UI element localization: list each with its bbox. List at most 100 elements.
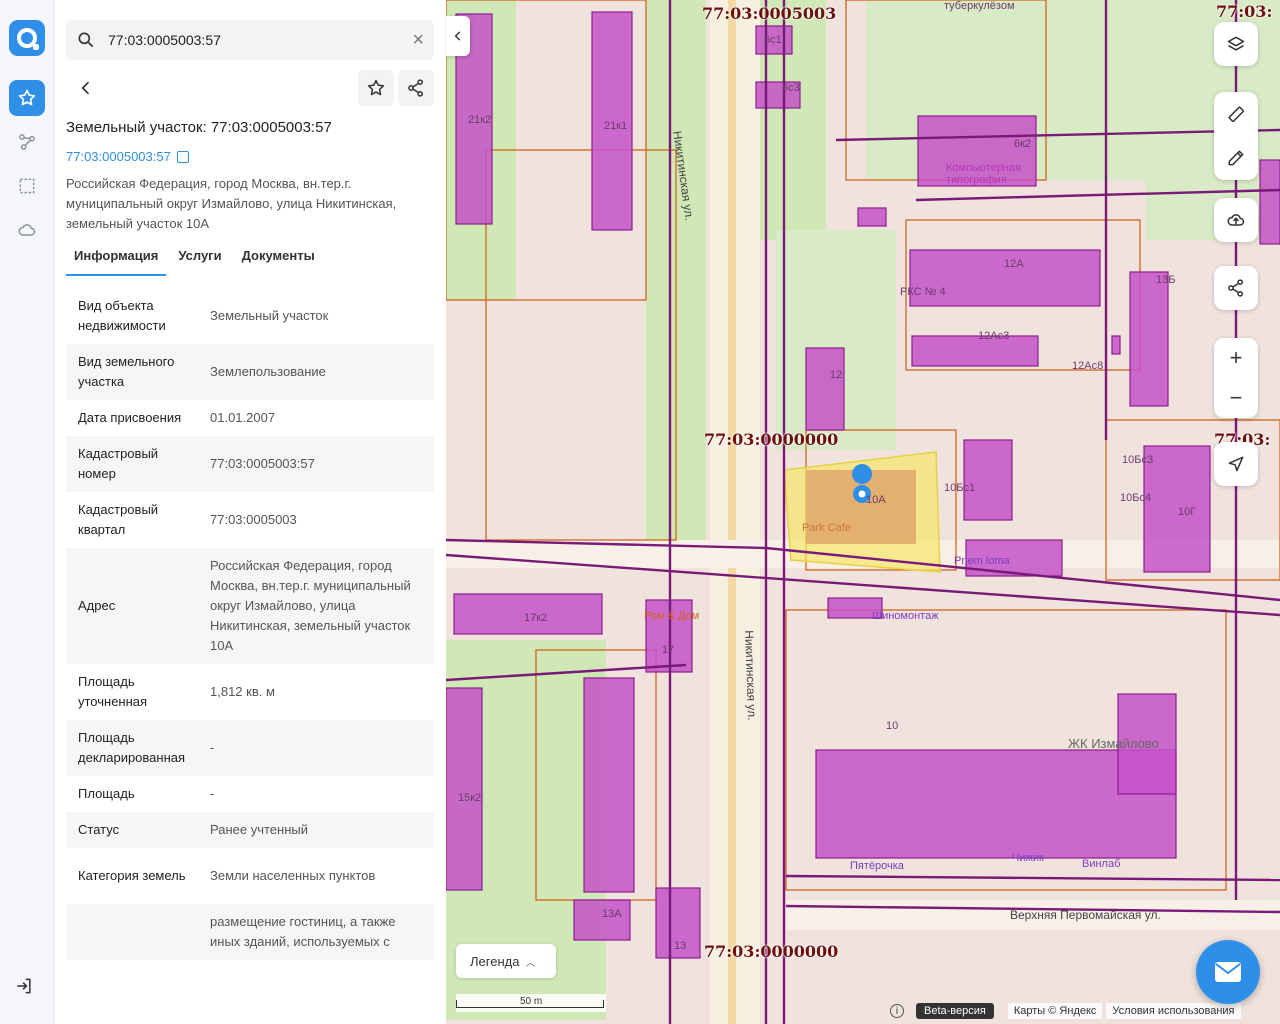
cadastral-quarter-label: 77:03: <box>1216 2 1273 21</box>
back-button[interactable] <box>70 72 102 104</box>
poi-label: Компьютерная типография <box>946 162 1022 186</box>
chevron-left-icon <box>454 31 461 41</box>
table-row: Адрес Российская Федерация, город Москва,… <box>66 548 434 664</box>
table-row: размещение гостиниц, а также иных зданий… <box>66 904 434 960</box>
map-canvas[interactable]: 77:03:0005003 77:03:0000000 77:03:000000… <box>446 0 1280 1024</box>
navigation-arrow-icon <box>1228 456 1244 472</box>
row-value: Ранее учтенный <box>210 822 308 837</box>
tab-documents[interactable]: Документы <box>234 240 323 276</box>
share-icon <box>1228 279 1243 297</box>
row-value: - <box>210 740 215 755</box>
row-value: размещение гостиниц, а также иных зданий… <box>210 914 396 949</box>
table-row: Кадастровый квартал 77:03:0005003 <box>66 492 434 548</box>
area-select-icon[interactable] <box>9 168 45 204</box>
row-key: Статус <box>78 822 120 837</box>
row-key: Площадь уточненная <box>78 674 148 709</box>
table-row: Кадастровый номер 77:03:0005003:57 <box>66 436 434 492</box>
zoom-in-button[interactable]: + <box>1214 338 1258 378</box>
building-label: 10Бс1 <box>944 482 976 494</box>
terms-link[interactable]: Условия использования <box>1106 1003 1241 1019</box>
table-row: Вид объекта недвижимости Земельный участо… <box>66 288 434 344</box>
share-button[interactable] <box>398 70 434 106</box>
row-key: Адрес <box>78 598 116 613</box>
row-value: - <box>210 786 215 801</box>
layers-button[interactable] <box>1214 22 1258 66</box>
row-key: Площадь декларированная <box>78 730 186 765</box>
building-label: 21к2 <box>468 114 492 126</box>
map-label: туберкулёзом <box>944 0 1015 12</box>
row-value: 77:03:0005003 <box>210 512 297 527</box>
table-row: Площадь декларированная - <box>66 720 434 776</box>
legend-label: Легенда <box>470 953 520 969</box>
table-row: Статус Ранее учтенный <box>66 812 434 848</box>
upload-button[interactable] <box>1214 198 1258 242</box>
map-share-button[interactable] <box>1214 266 1258 310</box>
table-row: Категория земель Земли населенных пунктов <box>66 848 434 904</box>
left-rail <box>0 0 54 1024</box>
legend-button[interactable]: Легенда ︿ <box>456 944 556 978</box>
map-footer: i Beta-версия Карты © Яндекс Условия исп… <box>890 1002 1245 1020</box>
zoom-out-button[interactable]: − <box>1214 378 1258 418</box>
poi-label: Шиномонтаж <box>872 610 939 622</box>
route-icon[interactable] <box>9 124 45 160</box>
search-icon <box>78 32 94 48</box>
row-key: Категория земель <box>78 868 186 883</box>
logout-icon[interactable] <box>14 976 40 1002</box>
search-input[interactable]: 77:03:0005003:57 <box>108 32 412 48</box>
cloud-icon[interactable] <box>9 212 45 248</box>
cloud-upload-icon <box>1227 214 1245 226</box>
favorites-icon[interactable] <box>9 80 45 116</box>
row-key: Дата присвоения <box>78 410 182 425</box>
info-icon[interactable]: i <box>890 1004 904 1018</box>
row-value: Земли населенных пунктов <box>210 868 376 883</box>
zoom-control: + − <box>1214 338 1258 418</box>
building-label: 12Ас8 <box>1072 360 1104 372</box>
row-key: Кадастровый номер <box>78 446 159 481</box>
poi-label: РКС № 4 <box>900 286 946 298</box>
share-icon <box>408 79 423 97</box>
poi-label: Park Cafe <box>802 522 851 534</box>
copy-icon[interactable] <box>176 150 189 163</box>
poi-label: Чижик <box>1012 852 1044 864</box>
tab-services[interactable]: Услуги <box>170 240 229 276</box>
feedback-button[interactable] <box>1196 940 1260 1004</box>
beta-badge: Beta-версия <box>916 1003 994 1019</box>
favorite-button[interactable] <box>358 70 394 106</box>
locate-button[interactable] <box>1214 442 1258 486</box>
poi-label: Винлаб <box>1082 858 1121 870</box>
row-key: Площадь <box>78 786 135 801</box>
ruler-button[interactable] <box>1214 92 1258 136</box>
row-key: Вид земельного участка <box>78 354 175 389</box>
row-key: Кадастровый квартал <box>78 502 159 537</box>
clear-search-icon[interactable]: × <box>412 30 424 50</box>
building-label: 13А <box>602 908 622 920</box>
app-logo[interactable] <box>9 20 45 56</box>
layers-icon <box>1227 36 1245 51</box>
poi-label: Пятёрочка <box>850 860 904 872</box>
cadastral-quarter-label: 77:03:0000000 <box>704 942 839 961</box>
building-label: 10Бс3 <box>1122 454 1154 466</box>
cadastral-number-link[interactable]: 77:03:0005003:57 <box>66 149 189 164</box>
measure-draw-group <box>1214 92 1258 180</box>
building-label: 10А <box>866 494 886 506</box>
edit-button[interactable] <box>1214 136 1258 180</box>
info-table: Вид объекта недвижимости Земельный участо… <box>66 288 434 960</box>
poi-label: Priem loma <box>954 555 1010 567</box>
copyright-text[interactable]: Карты © Яндекс <box>1007 1003 1103 1019</box>
cadastral-quarter-label: 77:03:0005003 <box>702 4 837 23</box>
row-value: Землепользование <box>210 364 326 379</box>
row-key: Вид объекта недвижимости <box>78 298 166 333</box>
cadastral-number-text[interactable]: 77:03:0005003:57 <box>66 149 171 164</box>
row-value: 1,812 кв. м <box>210 684 275 699</box>
building-label: 17 <box>662 644 675 656</box>
ruler-icon <box>1228 106 1245 123</box>
building-label: 6с3 <box>782 82 800 94</box>
tab-information[interactable]: Информация <box>66 240 167 276</box>
collapse-panel-button[interactable] <box>446 16 470 56</box>
search-bar[interactable]: 77:03:0005003:57 × <box>66 20 434 60</box>
building-label: 6к2 <box>1014 138 1032 150</box>
building-label: 10Г <box>1178 506 1197 518</box>
building-label: 12Ас3 <box>978 330 1010 342</box>
building-label: 12 <box>830 369 843 381</box>
scale-label: 50 m <box>520 996 543 1007</box>
